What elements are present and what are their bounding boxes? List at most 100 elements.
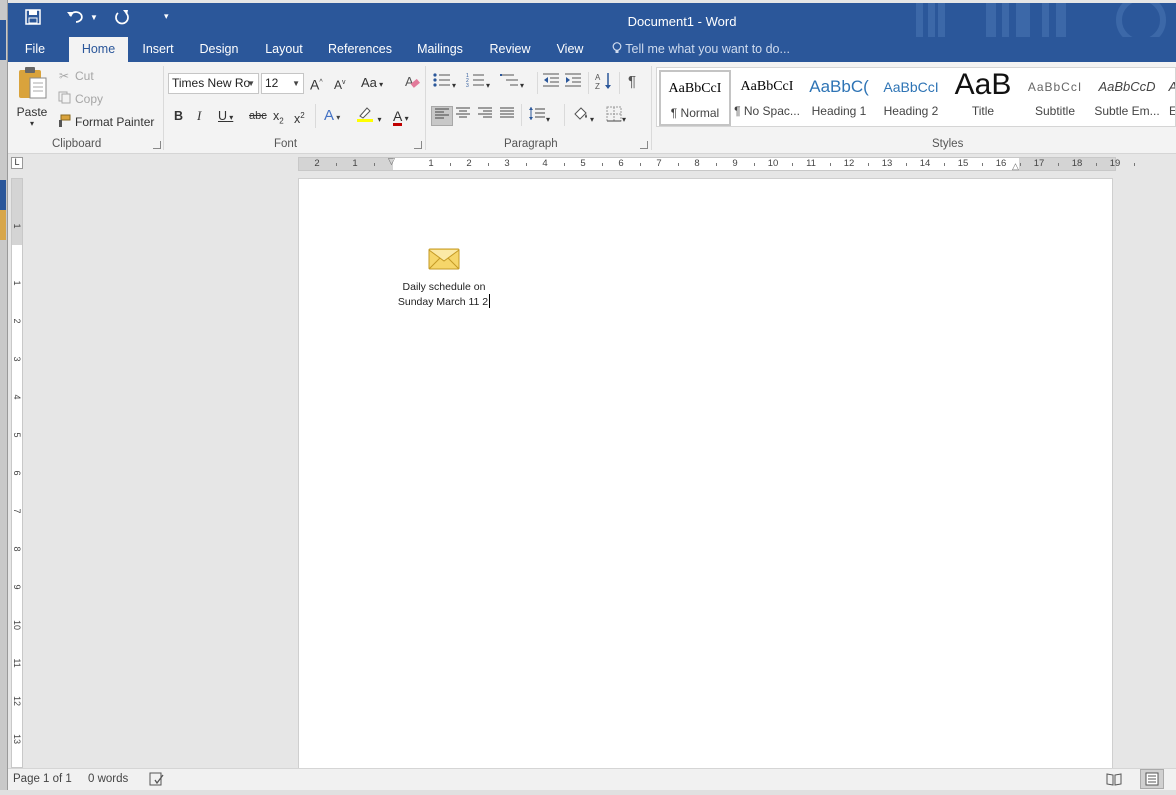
vertical-ruler[interactable]: 1 1 2 3 4 5 6 7 8 9 10 11 12 13 bbox=[11, 178, 23, 768]
separator bbox=[588, 72, 589, 94]
ruler-tick bbox=[336, 163, 337, 166]
format-painter-button[interactable]: Format Painter bbox=[56, 113, 154, 131]
ruler-number: 3 bbox=[12, 356, 22, 362]
tab-review[interactable]: Review bbox=[484, 37, 536, 62]
ruler-tick bbox=[754, 163, 755, 166]
background-window-edge bbox=[0, 0, 8, 795]
multilevel-list-button[interactable]: ▾ bbox=[500, 72, 524, 92]
horizontal-ruler[interactable]: 2 1 1 2 3 4 5 6 7 8 9 10 11 12 13 14 15 16 17 18 19 ▽ △ bbox=[298, 157, 1135, 171]
increase-indent-icon[interactable] bbox=[564, 72, 582, 92]
font-name-box[interactable]: Times New Ro ▼ bbox=[168, 73, 259, 94]
ruler-tick bbox=[1096, 163, 1097, 166]
borders-icon[interactable]: ▾ bbox=[606, 106, 626, 126]
ruler-number: 5 bbox=[12, 432, 22, 438]
ruler-number: 10 bbox=[767, 158, 779, 169]
style-subtle-emphasis[interactable]: AaBbCcD Subtle Em... bbox=[1091, 70, 1163, 126]
ruler-number: 9 bbox=[12, 584, 22, 590]
proofing-icon[interactable] bbox=[149, 772, 164, 789]
chevron-down-icon: ▼ bbox=[247, 79, 255, 88]
style-heading-1[interactable]: AaBbC( Heading 1 bbox=[803, 70, 875, 126]
subscript-button[interactable]: x2 bbox=[273, 106, 284, 126]
decrease-indent-icon[interactable] bbox=[542, 72, 560, 92]
text-effects-button[interactable]: A ▾ bbox=[324, 106, 340, 126]
ruler-tick bbox=[716, 163, 717, 166]
document-page[interactable]: Daily schedule on Sunday March 11 2 bbox=[298, 178, 1113, 778]
font-size-box[interactable]: 12 ▼ bbox=[261, 73, 304, 94]
style-no-spacing[interactable]: AaBbCcI ¶ No Spac... bbox=[731, 70, 803, 126]
tab-insert[interactable]: Insert bbox=[134, 37, 182, 62]
italic-button[interactable]: I bbox=[197, 106, 201, 126]
align-center-icon[interactable] bbox=[456, 106, 470, 126]
right-indent-marker-icon[interactable]: △ bbox=[1012, 162, 1019, 171]
tab-view[interactable]: View bbox=[548, 37, 592, 62]
tab-design[interactable]: Design bbox=[194, 37, 244, 62]
ruler-number: 1 bbox=[12, 223, 22, 229]
indent-marker-icon[interactable]: ▽ bbox=[388, 157, 395, 166]
line-spacing-icon[interactable]: ▾ bbox=[528, 106, 550, 126]
highlight-button[interactable]: ▾ bbox=[356, 106, 382, 126]
ruler-number: 9 bbox=[732, 158, 738, 169]
paste-button[interactable]: Paste ▾ bbox=[15, 66, 49, 128]
ruler-tick bbox=[526, 163, 527, 166]
copy-button[interactable]: Copy bbox=[56, 90, 103, 108]
sort-icon[interactable]: AZ bbox=[595, 72, 613, 92]
clipboard-icon bbox=[16, 66, 48, 103]
clipboard-launcher-icon[interactable] bbox=[153, 141, 161, 149]
print-layout-icon[interactable] bbox=[1140, 769, 1164, 789]
tab-mailings[interactable]: Mailings bbox=[408, 37, 472, 62]
font-launcher-icon[interactable] bbox=[414, 141, 422, 149]
ruler-number: 8 bbox=[12, 546, 22, 552]
grow-font-button[interactable]: A^ bbox=[310, 73, 323, 93]
align-left-icon[interactable] bbox=[431, 106, 453, 126]
ruler-number: 8 bbox=[694, 158, 700, 169]
group-label-clipboard: Clipboard bbox=[52, 138, 102, 150]
tab-layout[interactable]: Layout bbox=[258, 37, 310, 62]
superscript-button[interactable]: x2 bbox=[294, 106, 305, 126]
tab-selector[interactable]: L bbox=[11, 157, 23, 169]
tell-me-placeholder: Tell me what you want to do... bbox=[625, 42, 790, 56]
title-bar: ▼ ▾ Document1 - Word bbox=[8, 3, 1176, 55]
ruler-tick bbox=[678, 163, 679, 166]
style-title[interactable]: AaB Title bbox=[947, 70, 1019, 126]
bullets-button[interactable]: ▾ bbox=[432, 72, 456, 92]
paste-dropdown-icon[interactable]: ▾ bbox=[30, 119, 34, 128]
style-normal[interactable]: AaBbCcI ¶ Normal bbox=[659, 70, 731, 126]
scissors-icon: ✂ bbox=[58, 69, 70, 83]
justify-icon[interactable] bbox=[500, 106, 514, 126]
font-size-value: 12 bbox=[265, 76, 279, 90]
style-subtitle[interactable]: AaBbCcI Subtitle bbox=[1019, 70, 1091, 126]
change-case-button[interactable]: Aa ▾ bbox=[361, 73, 383, 93]
copy-label: Copy bbox=[75, 92, 104, 106]
tab-file[interactable]: File bbox=[14, 37, 56, 62]
shading-icon[interactable]: ▾ bbox=[572, 106, 594, 126]
ruler-tick bbox=[374, 163, 375, 166]
numbering-button[interactable]: 1 2 3 ▾ bbox=[466, 72, 490, 92]
align-right-icon[interactable] bbox=[478, 106, 492, 126]
tell-me-search[interactable]: Tell me what you want to do... bbox=[612, 37, 790, 62]
show-formatting-marks-button[interactable]: ¶ bbox=[628, 72, 636, 92]
underline-button[interactable]: U ▾ bbox=[218, 106, 233, 126]
ruler-number: 1 bbox=[352, 158, 358, 169]
ruler-tick bbox=[792, 163, 793, 166]
ruler-number: 3 bbox=[504, 158, 510, 169]
ruler-tick bbox=[1058, 163, 1059, 166]
style-emphasis[interactable]: A E bbox=[1163, 70, 1175, 126]
ruler-number: 2 bbox=[314, 158, 320, 169]
tab-home[interactable]: Home bbox=[69, 37, 128, 62]
style-heading-2[interactable]: AaBbCcI Heading 2 bbox=[875, 70, 947, 126]
font-color-button[interactable]: A ▾ bbox=[393, 106, 409, 126]
svg-text:3: 3 bbox=[466, 83, 469, 88]
ruler-tick bbox=[944, 163, 945, 166]
bold-button[interactable]: B bbox=[174, 106, 183, 126]
page-count[interactable]: Page 1 of 1 bbox=[13, 773, 72, 785]
tab-references[interactable]: References bbox=[324, 37, 396, 62]
cut-button[interactable]: ✂ Cut bbox=[56, 67, 94, 85]
shrink-font-button[interactable]: Av bbox=[334, 73, 346, 93]
embedded-attachment[interactable]: Daily schedule on Sunday March 11 2 bbox=[389, 247, 499, 309]
strikethrough-button[interactable]: abc bbox=[249, 106, 267, 126]
clear-formatting-icon[interactable]: A bbox=[404, 73, 420, 93]
paragraph-launcher-icon[interactable] bbox=[640, 141, 648, 149]
word-count[interactable]: 0 words bbox=[88, 773, 128, 785]
ruler-tick bbox=[1020, 163, 1021, 166]
read-mode-icon[interactable] bbox=[1106, 772, 1122, 789]
